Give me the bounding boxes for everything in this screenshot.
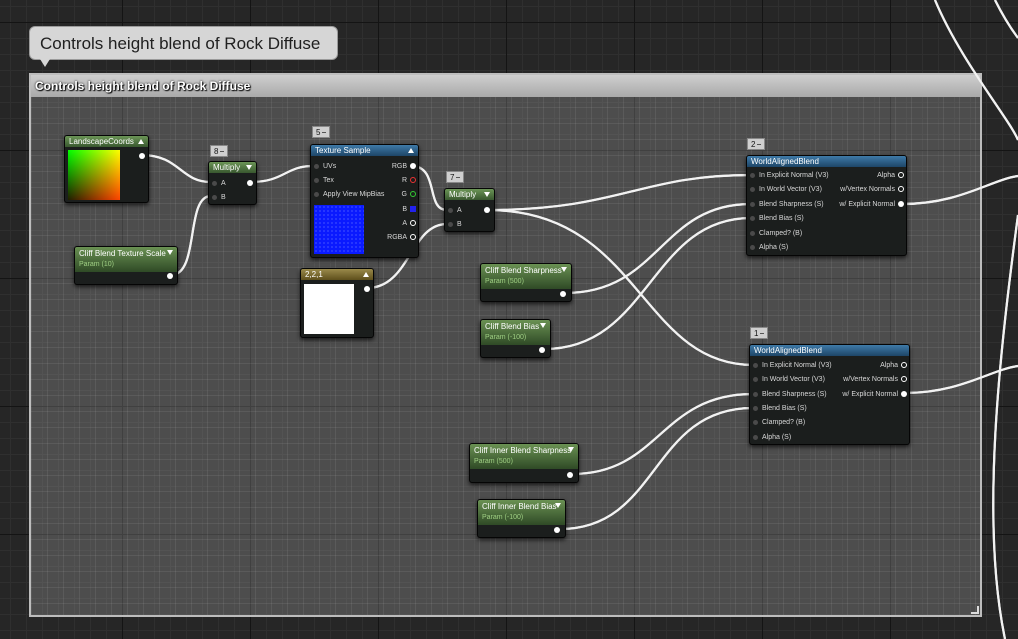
wab2-pin-clamped[interactable]: Clamped? (B)	[751, 418, 805, 427]
wab2-pin-blend-sharpness[interactable]: Blend Sharpness (S)	[751, 390, 827, 399]
cliff-inner-blend-bias-node[interactable]: Cliff Inner Blend Bias Param (-100)	[477, 499, 566, 538]
cliff-blend-bias-node[interactable]: Cliff Blend Bias Param (-100)	[480, 319, 551, 358]
cliff-inner-blend-bias-output-pin[interactable]	[554, 527, 560, 533]
wab1-pin-world-vector[interactable]: In World Vector (V3)	[748, 185, 822, 194]
landscape-coords-title: LandscapeCoords	[65, 136, 148, 147]
cliff-inner-blend-bias-title: Cliff Inner Blend Bias Param (-100)	[478, 500, 565, 525]
multiply2-pin-b[interactable]: B	[446, 220, 462, 229]
resize-grip-icon[interactable]	[971, 606, 979, 614]
expand-arrow-icon[interactable]	[246, 165, 252, 170]
texture-sample-node[interactable]: Texture Sample UVs Tex Apply View MipBia…	[310, 144, 419, 258]
wab1-pin-alpha[interactable]: Alpha (S)	[748, 243, 788, 252]
multiply2-node[interactable]: Multiply A B	[444, 188, 495, 232]
texture-sample-out-rgba[interactable]: RGBA	[387, 233, 418, 242]
multiply1-pin-b[interactable]: B	[210, 193, 226, 202]
multiply1-tag: 8	[210, 145, 229, 157]
world-aligned-blend-1-title: WorldAlignedBlend	[747, 156, 906, 167]
multiply2-output-pin[interactable]	[484, 207, 490, 213]
wab2-out-explicit-normal[interactable]: w/ Explicit Normal	[842, 390, 909, 399]
wab1-out-explicit-normal[interactable]: w/ Explicit Normal	[839, 200, 906, 209]
multiply2-tag: 7	[446, 171, 465, 183]
expand-arrow-icon[interactable]	[568, 447, 574, 452]
world-aligned-blend-2-tag: 1	[750, 327, 769, 339]
world-aligned-blend-1-node[interactable]: WorldAlignedBlend In Explicit Normal (V3…	[746, 155, 907, 256]
multiply1-node[interactable]: Multiply A B	[208, 161, 257, 205]
comment-bubble-text: Controls height blend of Rock Diffuse	[40, 34, 321, 53]
expand-arrow-icon[interactable]	[540, 323, 546, 328]
comment-header-text: Controls height blend of Rock Diffuse	[35, 79, 251, 93]
cliff-inner-blend-sharpness-subtitle: Param (500)	[474, 458, 513, 465]
cliff-inner-blend-bias-subtitle: Param (-100)	[482, 514, 524, 521]
texture-sample-out-rgb[interactable]: RGB	[392, 162, 418, 171]
expand-arrow-icon[interactable]	[561, 267, 567, 272]
texture-sample-out-g[interactable]: G	[402, 190, 418, 199]
texture-sample-out-a[interactable]: A	[402, 219, 418, 228]
collapse-arrow-icon[interactable]	[363, 272, 369, 277]
wab2-pin-world-vector[interactable]: In World Vector (V3)	[751, 375, 825, 384]
comment-header[interactable]: Controls height blend of Rock Diffuse	[31, 75, 980, 97]
cliff-blend-bias-output-pin[interactable]	[539, 347, 545, 353]
texture-sample-pin-mipbias[interactable]: Apply View MipBias	[312, 190, 384, 199]
collapse-arrow-icon[interactable]	[138, 139, 144, 144]
landscape-coords-node[interactable]: LandscapeCoords	[64, 135, 149, 203]
cliff-blend-sharpness-title: Cliff Blend Sharpness Param (500)	[481, 264, 571, 289]
wab1-pin-blend-bias[interactable]: Blend Bias (S)	[748, 214, 804, 223]
wab1-pin-blend-sharpness[interactable]: Blend Sharpness (S)	[748, 200, 824, 209]
cliff-blend-texture-scale-subtitle: Param (10)	[79, 261, 115, 268]
texture-sample-pin-uvs[interactable]: UVs	[312, 162, 336, 171]
constant3-node[interactable]: 2,2,1	[300, 268, 374, 338]
cliff-blend-texture-scale-title: Cliff Blend Texture Scale Param (10)	[75, 247, 177, 272]
texture-sample-pin-tex[interactable]: Tex	[312, 176, 334, 185]
comment-bubble[interactable]: Controls height blend of Rock Diffuse	[29, 26, 338, 60]
multiply2-pin-a[interactable]: A	[446, 206, 462, 215]
wab2-pin-blend-bias[interactable]: Blend Bias (S)	[751, 404, 807, 413]
collapse-arrow-icon[interactable]	[408, 148, 414, 153]
cliff-blend-sharpness-subtitle: Param (500)	[485, 278, 524, 285]
cliff-inner-blend-sharpness-node[interactable]: Cliff Inner Blend Sharpness Param (500)	[469, 443, 579, 483]
texture-sample-title: Texture Sample	[311, 145, 418, 156]
wab2-out-alpha[interactable]: Alpha	[880, 361, 909, 370]
cliff-blend-texture-scale-output-pin[interactable]	[167, 273, 173, 279]
wab2-pin-alpha[interactable]: Alpha (S)	[751, 433, 791, 442]
texture-sample-preview	[314, 205, 364, 254]
wire-offscreen-3	[992, 214, 1018, 639]
wab2-pin-explicit-normal[interactable]: In Explicit Normal (V3)	[751, 361, 832, 370]
world-aligned-blend-1-tag: 2	[747, 138, 766, 150]
texture-sample-tag: 5	[312, 126, 331, 138]
multiply1-output-pin[interactable]	[247, 180, 253, 186]
multiply1-pin-a[interactable]: A	[210, 179, 226, 188]
cliff-blend-bias-subtitle: Param (-100)	[485, 334, 527, 341]
wab1-out-alpha[interactable]: Alpha	[877, 171, 906, 180]
constant3-preview	[304, 284, 354, 334]
landscape-coords-output-pin[interactable]	[139, 153, 145, 159]
wab2-out-vertex-normals[interactable]: w/Vertex Normals	[843, 375, 909, 384]
expand-arrow-icon[interactable]	[484, 192, 490, 197]
world-aligned-blend-2-node[interactable]: WorldAlignedBlend In Explicit Normal (V3…	[749, 344, 910, 445]
wab1-pin-explicit-normal[interactable]: In Explicit Normal (V3)	[748, 171, 829, 180]
texture-sample-out-b[interactable]: B	[402, 205, 418, 214]
wab1-out-vertex-normals[interactable]: w/Vertex Normals	[840, 185, 906, 194]
landscape-coords-preview	[68, 150, 120, 200]
wire-offscreen-2	[994, 0, 1018, 39]
texture-sample-out-r[interactable]: R	[402, 176, 418, 185]
constant3-output-pin[interactable]	[364, 286, 370, 292]
expand-arrow-icon[interactable]	[555, 503, 561, 508]
cliff-blend-sharpness-node[interactable]: Cliff Blend Sharpness Param (500)	[480, 263, 572, 302]
wab1-pin-clamped[interactable]: Clamped? (B)	[748, 229, 802, 238]
expand-arrow-icon[interactable]	[167, 250, 173, 255]
cliff-inner-blend-sharpness-output-pin[interactable]	[567, 472, 573, 478]
cliff-blend-texture-scale-node[interactable]: Cliff Blend Texture Scale Param (10)	[74, 246, 178, 285]
cliff-inner-blend-sharpness-title: Cliff Inner Blend Sharpness Param (500)	[470, 444, 578, 469]
cliff-blend-sharpness-output-pin[interactable]	[560, 291, 566, 297]
world-aligned-blend-2-title: WorldAlignedBlend	[750, 345, 909, 356]
comment-bubble-tail	[40, 59, 50, 67]
